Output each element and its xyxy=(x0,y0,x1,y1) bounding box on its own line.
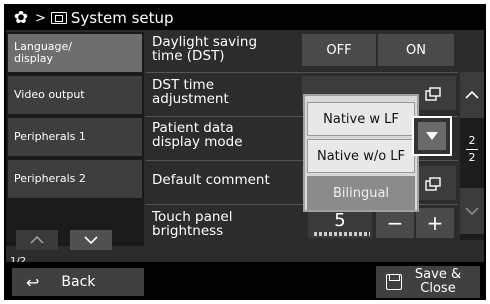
popup-icon xyxy=(425,177,441,191)
chevron-up-icon xyxy=(30,236,44,244)
sidebar-item-label: Language/ display xyxy=(14,39,72,65)
scroll-up-button[interactable] xyxy=(460,72,484,118)
return-icon: ↩ xyxy=(26,272,40,292)
default-comment-label: Default comment xyxy=(152,172,270,188)
patient-mode-label: Patient data display mode xyxy=(152,120,243,151)
sidebar: Language/ display Video output Periphera… xyxy=(6,32,144,267)
scroll-page-indicator: 2 2 xyxy=(460,134,484,165)
scroll-page-total: 2 xyxy=(468,150,476,164)
default-comment-edit-button[interactable] xyxy=(422,174,444,194)
sidebar-item-peripherals-1[interactable]: Peripherals 1 xyxy=(8,118,142,156)
save-disk-icon xyxy=(386,274,402,290)
dst-adjust-edit-button[interactable] xyxy=(422,84,444,104)
popup-icon xyxy=(425,87,441,101)
sidebar-item-language-display[interactable]: Language/ display xyxy=(8,34,142,72)
dropdown-option-bilingual[interactable]: Bilingual xyxy=(307,176,415,210)
right-scrollbar: 2 2 xyxy=(460,72,484,240)
patient-mode-dropdown-button[interactable] xyxy=(412,116,452,156)
dropdown-arrow-bg xyxy=(418,122,446,150)
save-close-label: Save & Close xyxy=(414,267,462,296)
chevron-down-icon xyxy=(465,207,479,215)
sidebar-item-peripherals-2[interactable]: Peripherals 2 xyxy=(8,160,142,198)
system-setup-window: ✿ > System setup Language/ display Video… xyxy=(4,4,486,300)
title-bar: ✿ > System setup xyxy=(6,6,484,30)
sidebar-page-up-button[interactable] xyxy=(16,230,58,250)
sidebar-item-video-output[interactable]: Video output xyxy=(8,76,142,114)
sidebar-item-label: Peripherals 2 xyxy=(14,171,86,185)
dst-off-button[interactable]: OFF xyxy=(302,34,376,66)
brightness-increase-button[interactable]: + xyxy=(416,208,454,238)
save-close-button[interactable]: Save & Close xyxy=(376,266,480,298)
back-button[interactable]: ↩ Back xyxy=(12,268,144,296)
page-title: System setup xyxy=(70,9,174,27)
chevron-down-icon xyxy=(84,236,98,244)
breadcrumb-separator: > xyxy=(35,10,46,26)
gear-icon: ✿ xyxy=(13,7,29,28)
brightness-decrease-button[interactable]: − xyxy=(376,208,414,238)
dropdown-option-native-w-lf[interactable]: Native w LF xyxy=(307,102,415,136)
patient-mode-dropdown-list: Native w LF Native w/o LF Bilingual xyxy=(303,94,419,212)
chevron-up-icon xyxy=(465,91,479,99)
brightness-label: Touch panel brightness xyxy=(152,209,233,240)
dst-adjust-label: DST time adjustment xyxy=(152,77,229,108)
brightness-value-text: 5 xyxy=(334,210,346,231)
sidebar-page-down-button[interactable] xyxy=(70,230,112,250)
back-button-label: Back xyxy=(61,274,96,290)
dropdown-option-native-wo-lf[interactable]: Native w/o LF xyxy=(307,139,415,173)
caret-down-icon xyxy=(426,132,438,140)
sidebar-item-label: Peripherals 1 xyxy=(14,129,86,143)
sidebar-item-label: Video output xyxy=(14,87,85,101)
scroll-down-button[interactable] xyxy=(460,188,484,234)
scroll-page-divider xyxy=(466,148,478,150)
row-divider xyxy=(146,72,458,73)
dst-on-button[interactable]: ON xyxy=(378,34,454,66)
monitor-icon xyxy=(50,12,67,24)
brightness-level-bar xyxy=(314,232,370,236)
scroll-page-current: 2 xyxy=(468,134,476,147)
footer-bar: ↩ Back Save & Close xyxy=(6,262,484,298)
dst-label: Daylight saving time (DST) xyxy=(152,34,258,65)
